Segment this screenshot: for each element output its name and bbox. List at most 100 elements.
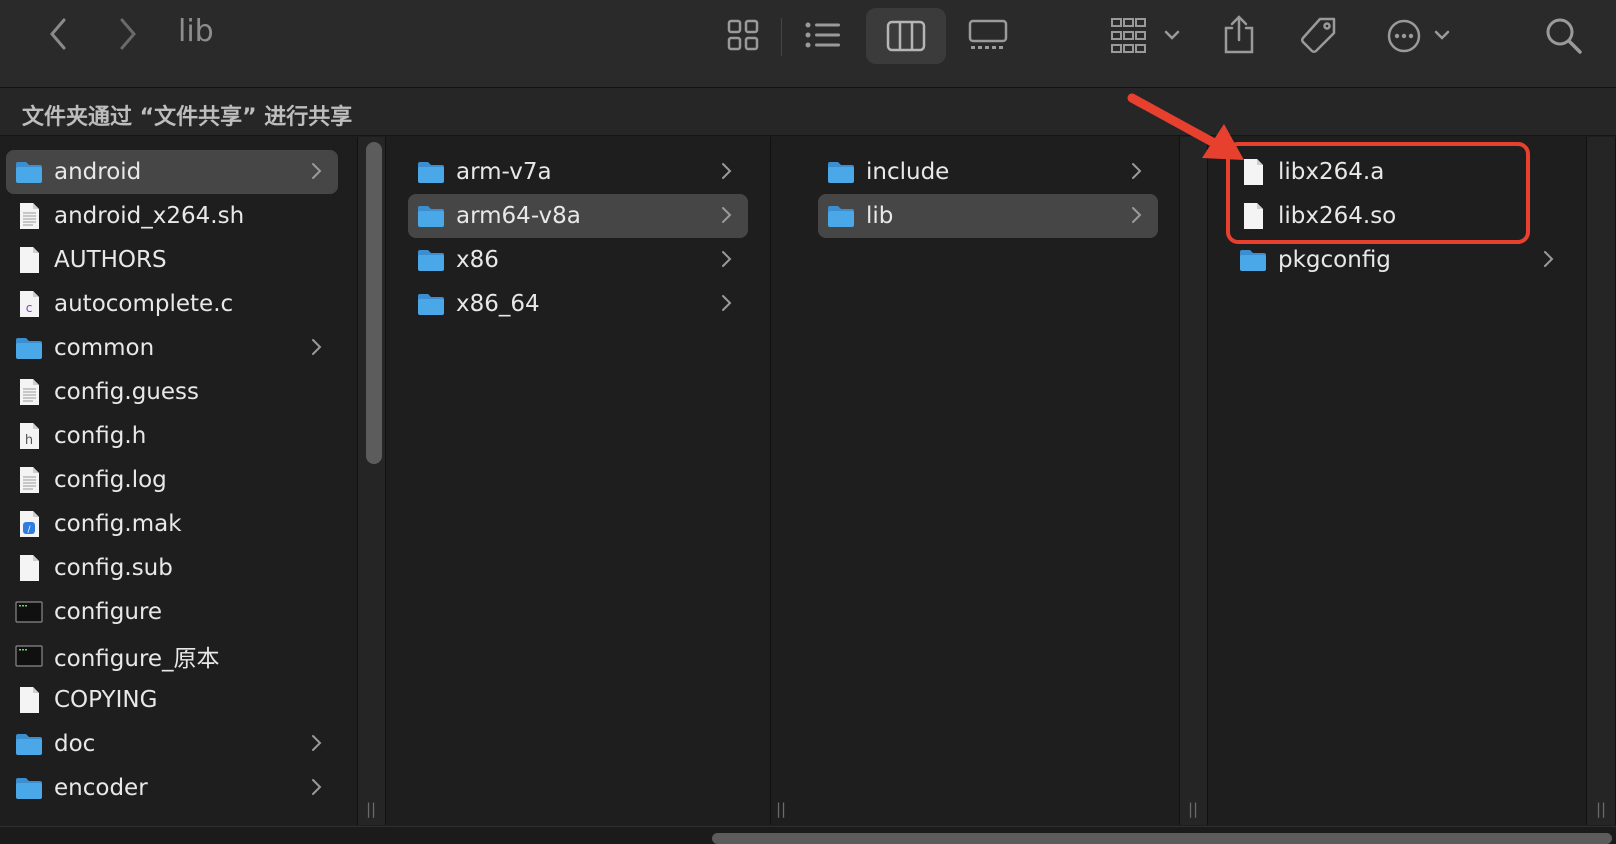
c-source-file-icon: c xyxy=(14,289,44,319)
item-name: x86 xyxy=(456,247,499,273)
item-name: arm64-v8a xyxy=(456,203,581,229)
item-name: lib xyxy=(866,203,894,229)
item-name: configure_原本 xyxy=(54,646,220,672)
icon-view-button[interactable] xyxy=(726,18,760,56)
column-4-gutter xyxy=(1587,137,1616,825)
item-name: pkgconfig xyxy=(1278,247,1391,273)
share-icon xyxy=(1224,15,1254,54)
column-1-item[interactable]: c autocomplete.c xyxy=(6,282,338,326)
document-icon xyxy=(14,685,44,715)
toolbar-separator xyxy=(781,18,782,56)
item-name: libx264.so xyxy=(1278,203,1397,229)
search-button[interactable] xyxy=(1544,16,1584,60)
list-view-icon xyxy=(805,22,840,48)
column-3[interactable] xyxy=(771,137,1180,825)
column-1-resize-handle[interactable]: || xyxy=(366,800,376,818)
column-1-item[interactable]: configure_原本 xyxy=(6,634,338,678)
column-2-item[interactable]: x86 xyxy=(408,238,748,282)
column-1-item[interactable]: config.guess xyxy=(6,370,338,414)
group-button[interactable] xyxy=(1110,16,1184,60)
column-2-item[interactable]: x86_64 xyxy=(408,282,748,326)
search-icon xyxy=(1546,18,1582,54)
text-document-icon xyxy=(14,201,44,231)
folder-icon xyxy=(14,773,44,803)
folder-icon xyxy=(14,729,44,759)
gallery-view-icon xyxy=(968,19,1008,49)
document-icon xyxy=(14,553,44,583)
chevron-right-icon xyxy=(310,158,324,189)
folder-icon xyxy=(14,157,44,187)
column-1-item[interactable]: doc xyxy=(6,722,338,766)
item-name: config.mak xyxy=(54,511,182,537)
chevron-right-icon xyxy=(720,202,734,233)
folder-icon xyxy=(416,289,446,319)
column-1-item[interactable]: android xyxy=(6,150,338,194)
document-icon xyxy=(1238,201,1268,231)
column-1-item[interactable]: / config.mak xyxy=(6,502,338,546)
folder-icon xyxy=(1238,245,1268,275)
text-document-icon xyxy=(14,465,44,495)
tag-icon xyxy=(1301,17,1336,53)
column-1-item[interactable]: config.sub xyxy=(6,546,338,590)
chevron-right-icon xyxy=(720,246,734,277)
column-3-item[interactable]: include xyxy=(818,150,1158,194)
column-1-scrollbar-thumb[interactable] xyxy=(366,142,382,464)
column-2-item[interactable]: arm64-v8a xyxy=(408,194,748,238)
column-1-item[interactable]: encoder xyxy=(6,766,338,810)
shared-folder-text: 文件夹通过 “文件共享” 进行共享 xyxy=(22,105,353,130)
column-4-item[interactable]: pkgconfig xyxy=(1230,238,1570,282)
text-document-icon xyxy=(14,377,44,407)
column-3-gutter xyxy=(1180,137,1208,825)
horizontal-scrollbar-thumb[interactable] xyxy=(712,833,1612,844)
tag-button[interactable] xyxy=(1298,16,1338,60)
grid-view-icon xyxy=(727,19,759,51)
column-3-item[interactable]: lib xyxy=(818,194,1158,238)
svg-text:h: h xyxy=(25,433,33,448)
makefile-icon: / xyxy=(14,509,44,539)
chevron-right-icon xyxy=(120,18,136,50)
window-title: lib xyxy=(178,14,214,49)
annotation-arrow-icon xyxy=(1127,93,1244,160)
chevron-right-icon xyxy=(310,774,324,805)
terminal-executable-icon xyxy=(14,641,44,671)
chevron-right-icon xyxy=(1542,246,1556,277)
column-1-item[interactable]: common xyxy=(6,326,338,370)
more-button[interactable] xyxy=(1386,16,1460,60)
column-1-item[interactable]: h config.h xyxy=(6,414,338,458)
column-4-item[interactable]: libx264.a xyxy=(1230,150,1570,194)
list-view-button[interactable] xyxy=(804,18,842,56)
folder-icon xyxy=(416,245,446,275)
chevron-right-icon xyxy=(310,334,324,365)
item-name: AUTHORS xyxy=(54,247,167,273)
folder-icon xyxy=(416,201,446,231)
column-1-item[interactable]: config.log xyxy=(6,458,338,502)
document-icon xyxy=(14,245,44,275)
column-3-resize-handle[interactable]: || xyxy=(1188,800,1198,818)
column-2-resize-handle[interactable]: || xyxy=(776,800,786,818)
svg-text:c: c xyxy=(26,301,33,315)
share-button[interactable] xyxy=(1222,14,1256,60)
forward-button[interactable] xyxy=(114,14,142,58)
chevron-right-icon xyxy=(1130,202,1144,233)
column-view-button[interactable] xyxy=(866,8,946,64)
column-2-item[interactable]: arm-v7a xyxy=(408,150,748,194)
back-button[interactable] xyxy=(44,14,72,58)
column-4-resize-handle[interactable]: || xyxy=(1596,800,1606,818)
item-name: COPYING xyxy=(54,687,158,713)
column-1-item[interactable]: AUTHORS xyxy=(6,238,338,282)
column-1-item[interactable]: android_x264.sh xyxy=(6,194,338,238)
column-4-item[interactable]: libx264.so xyxy=(1230,194,1570,238)
item-name: libx264.a xyxy=(1278,159,1385,185)
group-icon xyxy=(1111,18,1180,53)
folder-icon xyxy=(826,157,856,187)
gallery-view-button[interactable] xyxy=(968,18,1008,56)
column-view-icon xyxy=(886,20,926,52)
item-name: config.log xyxy=(54,467,167,493)
chevron-right-icon xyxy=(720,158,734,189)
shared-folder-banner: 文件夹通过 “文件共享” 进行共享 xyxy=(0,88,1616,136)
item-name: encoder xyxy=(54,775,148,801)
column-1-item[interactable]: COPYING xyxy=(6,678,338,722)
column-1-item[interactable]: configure xyxy=(6,590,338,634)
terminal-executable-icon xyxy=(14,597,44,627)
item-name: configure xyxy=(54,599,163,625)
